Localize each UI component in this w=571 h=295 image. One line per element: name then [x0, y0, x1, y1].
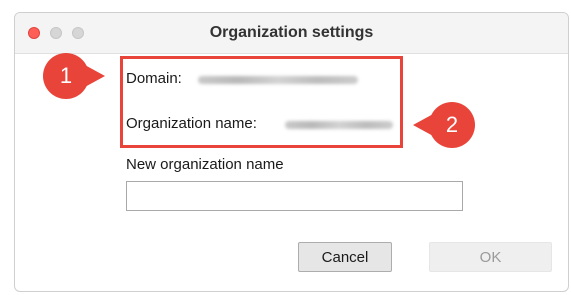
callout-number: 1: [59, 63, 73, 88]
title-bar: Organization settings: [15, 13, 568, 54]
new-organization-name-input[interactable]: [126, 181, 463, 211]
callout-number: 2: [445, 112, 459, 137]
callout-badge-1: 1: [43, 53, 105, 99]
callout-badge-2: 2: [413, 102, 475, 148]
callout-pointer: [413, 113, 435, 137]
settings-dialog: Organization settings Domain: Organizati…: [14, 12, 569, 292]
dialog-title: Organization settings: [209, 24, 374, 41]
new-organization-name-label: New organization name: [126, 156, 284, 173]
callout-pointer: [83, 64, 105, 88]
highlight-box: [120, 56, 403, 148]
ok-button[interactable]: OK: [429, 242, 552, 272]
cancel-button[interactable]: Cancel: [298, 242, 392, 272]
